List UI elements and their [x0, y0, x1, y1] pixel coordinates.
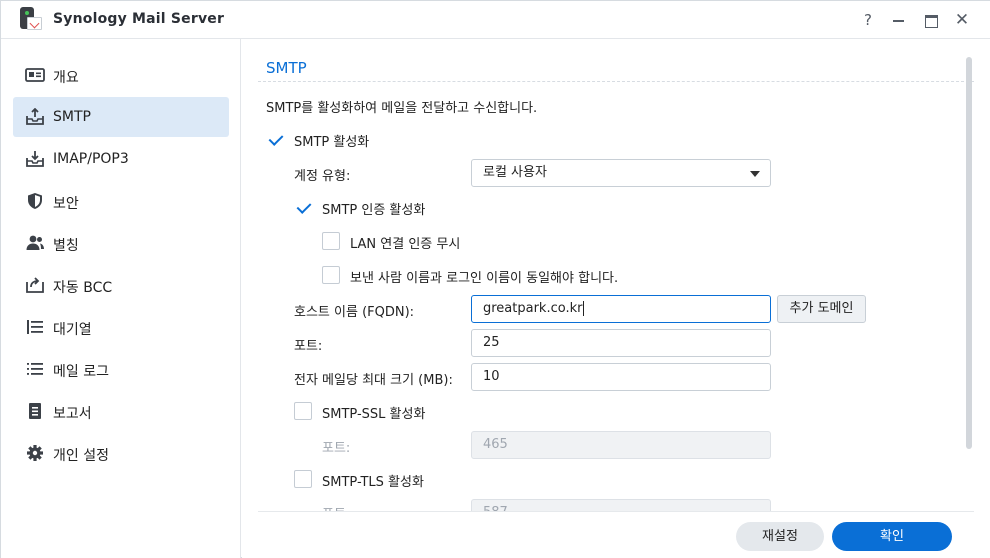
- scrollbar-thumb[interactable]: [966, 57, 972, 449]
- gear-icon: [25, 444, 45, 462]
- tls-port-label: 포트:: [322, 503, 350, 511]
- enable-smtp-tls-checkbox[interactable]: [294, 470, 312, 488]
- shield-icon: [25, 192, 45, 210]
- forward-icon: [25, 276, 45, 294]
- footer-bar: 재설정 확인: [258, 511, 974, 558]
- sidebar-item-imap-pop3[interactable]: IMAP/POP3: [13, 139, 229, 179]
- ssl-port-input[interactable]: 465: [471, 431, 771, 459]
- enable-smtp-checkbox[interactable]: [266, 130, 284, 148]
- log-list-icon: [25, 360, 45, 378]
- clipped-row: 포트: 587: [242, 497, 958, 511]
- window-title: Synology Mail Server: [53, 11, 225, 27]
- sidebar-item-mail-log[interactable]: 메일 로그: [13, 349, 229, 389]
- smtp-tray-icon: [25, 108, 45, 126]
- enable-smtp-auth-label: SMTP 인증 활성화: [322, 203, 426, 218]
- enable-smtp-label: SMTP 활성화: [294, 135, 370, 150]
- sidebar-item-queue[interactable]: 대기열: [13, 307, 229, 347]
- sidebar-item-label: 메일 로그: [53, 364, 109, 380]
- close-button[interactable]: ✕: [951, 9, 973, 31]
- sidebar-item-smtp[interactable]: SMTP: [13, 97, 229, 137]
- title-bar: Synology Mail Server ? ✕: [1, 1, 990, 39]
- sidebar-item-alias[interactable]: 별칭: [13, 223, 229, 263]
- minimize-button[interactable]: [888, 9, 910, 31]
- hostname-input[interactable]: greatpark.co.kr: [471, 295, 771, 323]
- account-type-value: 로컬 사용자: [483, 165, 547, 180]
- section-divider: [258, 81, 974, 82]
- section-description: SMTP를 활성화하여 메일을 전달하고 수신합니다.: [266, 101, 538, 116]
- reset-button[interactable]: 재설정: [736, 522, 824, 551]
- sidebar: 개요 SMTP IMAP/POP3 보안 별칭 자동 BCC 대기열 메일 로그…: [1, 39, 241, 558]
- sidebar-item-label: IMAP/POP3: [53, 151, 129, 167]
- queue-list-icon: [25, 318, 45, 336]
- sidebar-item-label: 별칭: [53, 238, 79, 254]
- account-type-label: 계정 유형:: [294, 169, 351, 184]
- hostname-value: greatpark.co.kr: [483, 301, 583, 316]
- sidebar-item-label: 개요: [53, 70, 79, 86]
- hostname-label: 호스트 이름 (FQDN):: [294, 305, 415, 320]
- help-button[interactable]: ?: [857, 9, 879, 31]
- sidebar-item-security[interactable]: 보안: [13, 181, 229, 221]
- sidebar-item-label: 보고서: [53, 406, 92, 422]
- overview-card-icon: [25, 66, 45, 84]
- sidebar-item-label: 자동 BCC: [53, 280, 113, 296]
- sidebar-item-auto-bcc[interactable]: 자동 BCC: [13, 265, 229, 305]
- maximize-button[interactable]: [920, 9, 942, 31]
- sender-match-label: 보낸 사람 이름과 로그인 이름이 동일해야 합니다.: [350, 271, 619, 286]
- ssl-port-label: 포트:: [322, 441, 351, 456]
- sidebar-item-label: 대기열: [53, 322, 92, 338]
- enable-smtp-ssl-checkbox[interactable]: [294, 402, 312, 420]
- sidebar-item-overview[interactable]: 개요: [13, 55, 229, 95]
- settings-panel: SMTP SMTP를 활성화하여 메일을 전달하고 수신합니다. SMTP 활성…: [242, 39, 990, 558]
- ignore-lan-auth-label: LAN 연결 인증 무시: [350, 237, 461, 252]
- enable-smtp-auth-checkbox[interactable]: [294, 198, 312, 216]
- users-icon: [25, 234, 45, 252]
- report-icon: [25, 402, 45, 420]
- mail-server-app-icon: [20, 7, 42, 31]
- additional-domain-button[interactable]: 추가 도메인: [777, 295, 866, 323]
- enable-smtp-ssl-label: SMTP-SSL 활성화: [322, 407, 426, 422]
- max-size-label: 전자 메일당 최대 크기 (MB):: [294, 373, 453, 388]
- sidebar-item-label: 개인 설정: [53, 448, 109, 464]
- port-label: 포트:: [294, 339, 323, 354]
- chevron-down-icon: [750, 171, 760, 177]
- sidebar-item-label: SMTP: [53, 109, 91, 125]
- sidebar-item-report[interactable]: 보고서: [13, 391, 229, 431]
- app-window: Synology Mail Server ? ✕ 개요 SMTP IMAP/PO…: [0, 0, 990, 558]
- imap-tray-icon: [25, 150, 45, 168]
- ignore-lan-auth-checkbox[interactable]: [322, 232, 340, 250]
- section-title: SMTP: [266, 59, 307, 77]
- sidebar-item-personal-settings[interactable]: 개인 설정: [13, 433, 229, 473]
- sidebar-item-label: 보안: [53, 196, 79, 212]
- text-caret: [583, 301, 585, 316]
- max-size-input[interactable]: 10: [471, 363, 771, 391]
- ok-button[interactable]: 확인: [832, 522, 952, 551]
- port-input[interactable]: 25: [471, 329, 771, 357]
- sender-match-checkbox[interactable]: [322, 266, 340, 284]
- tls-port-input[interactable]: 587: [471, 499, 771, 511]
- enable-smtp-tls-label: SMTP-TLS 활성화: [322, 475, 424, 490]
- account-type-select[interactable]: 로컬 사용자: [471, 159, 771, 187]
